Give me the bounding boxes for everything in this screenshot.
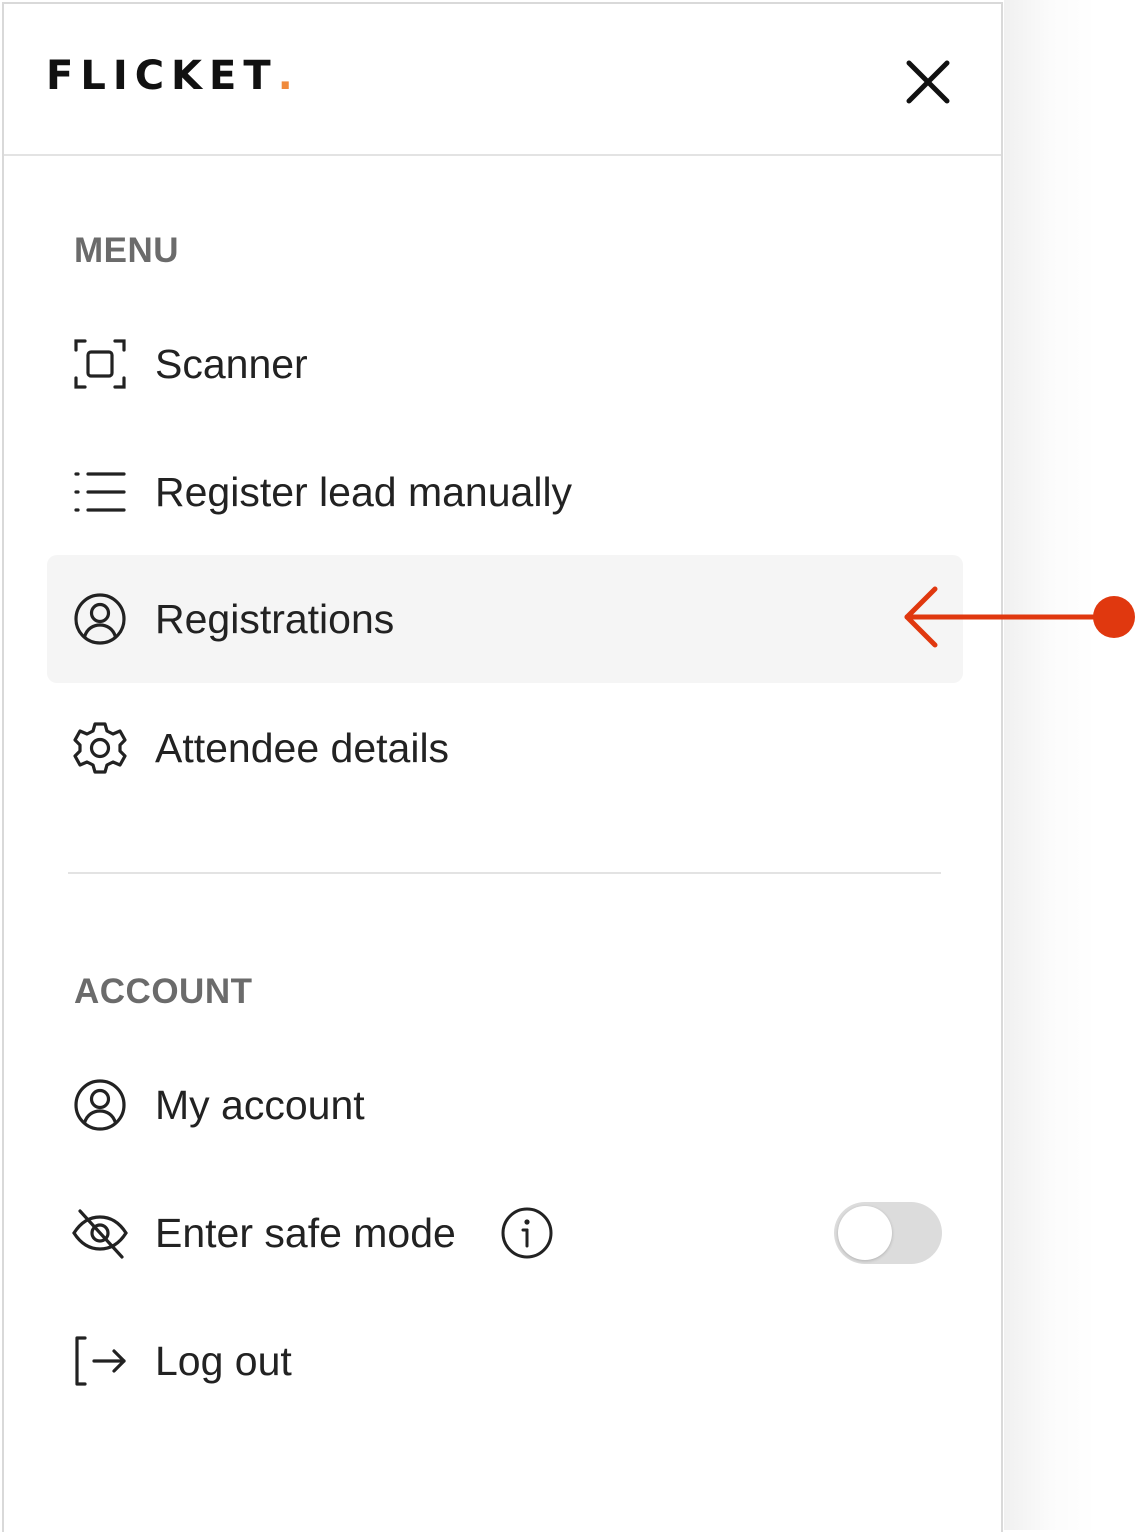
list-icon — [74, 472, 126, 512]
menu-item-log-out[interactable]: Log out — [47, 1297, 963, 1425]
logout-icon — [75, 1336, 126, 1386]
menu-item-safe-mode: Enter safe mode — [47, 1169, 963, 1297]
arrow-left-pointer — [904, 586, 1135, 648]
gear-icon — [73, 722, 127, 774]
panel-shadow — [1004, 0, 1137, 1530]
safe-mode-toggle[interactable] — [834, 1202, 942, 1264]
logo-text: FLICKET — [46, 53, 278, 99]
menu-item-label: Enter safe mode — [155, 1210, 456, 1256]
menu-item-label: Log out — [155, 1338, 292, 1384]
toggle-knob — [838, 1206, 892, 1260]
side-menu-panel: FLICKET. MENU Scanner Register lead manu… — [2, 2, 1003, 1532]
eye-off-icon — [72, 1209, 128, 1259]
scan-icon — [74, 339, 126, 389]
user-circle-icon — [74, 1079, 126, 1131]
info-icon[interactable] — [499, 1205, 555, 1261]
logo-dot: . — [277, 53, 293, 99]
menu-item-my-account[interactable]: My account — [47, 1041, 963, 1169]
menu-item-attendee-details[interactable]: Attendee details — [47, 684, 963, 812]
menu-section-label: MENU — [74, 231, 180, 270]
close-icon — [906, 60, 950, 104]
account-section-label: ACCOUNT — [74, 972, 253, 1011]
menu-item-register-lead[interactable]: Register lead manually — [47, 428, 963, 556]
menu-item-scanner[interactable]: Scanner — [47, 300, 963, 428]
flicket-logo: FLICKET. — [46, 56, 293, 96]
menu-item-label: Registrations — [155, 596, 395, 642]
section-divider — [68, 872, 941, 874]
menu-header: FLICKET. — [4, 4, 1001, 156]
menu-item-label: My account — [155, 1082, 365, 1128]
menu-item-registrations[interactable]: Registrations — [47, 555, 963, 683]
menu-item-label: Attendee details — [155, 725, 450, 771]
menu-item-label: Scanner — [155, 341, 308, 387]
menu-item-label: Register lead manually — [155, 469, 573, 515]
close-button[interactable] — [900, 54, 956, 110]
user-circle-icon — [74, 593, 126, 645]
